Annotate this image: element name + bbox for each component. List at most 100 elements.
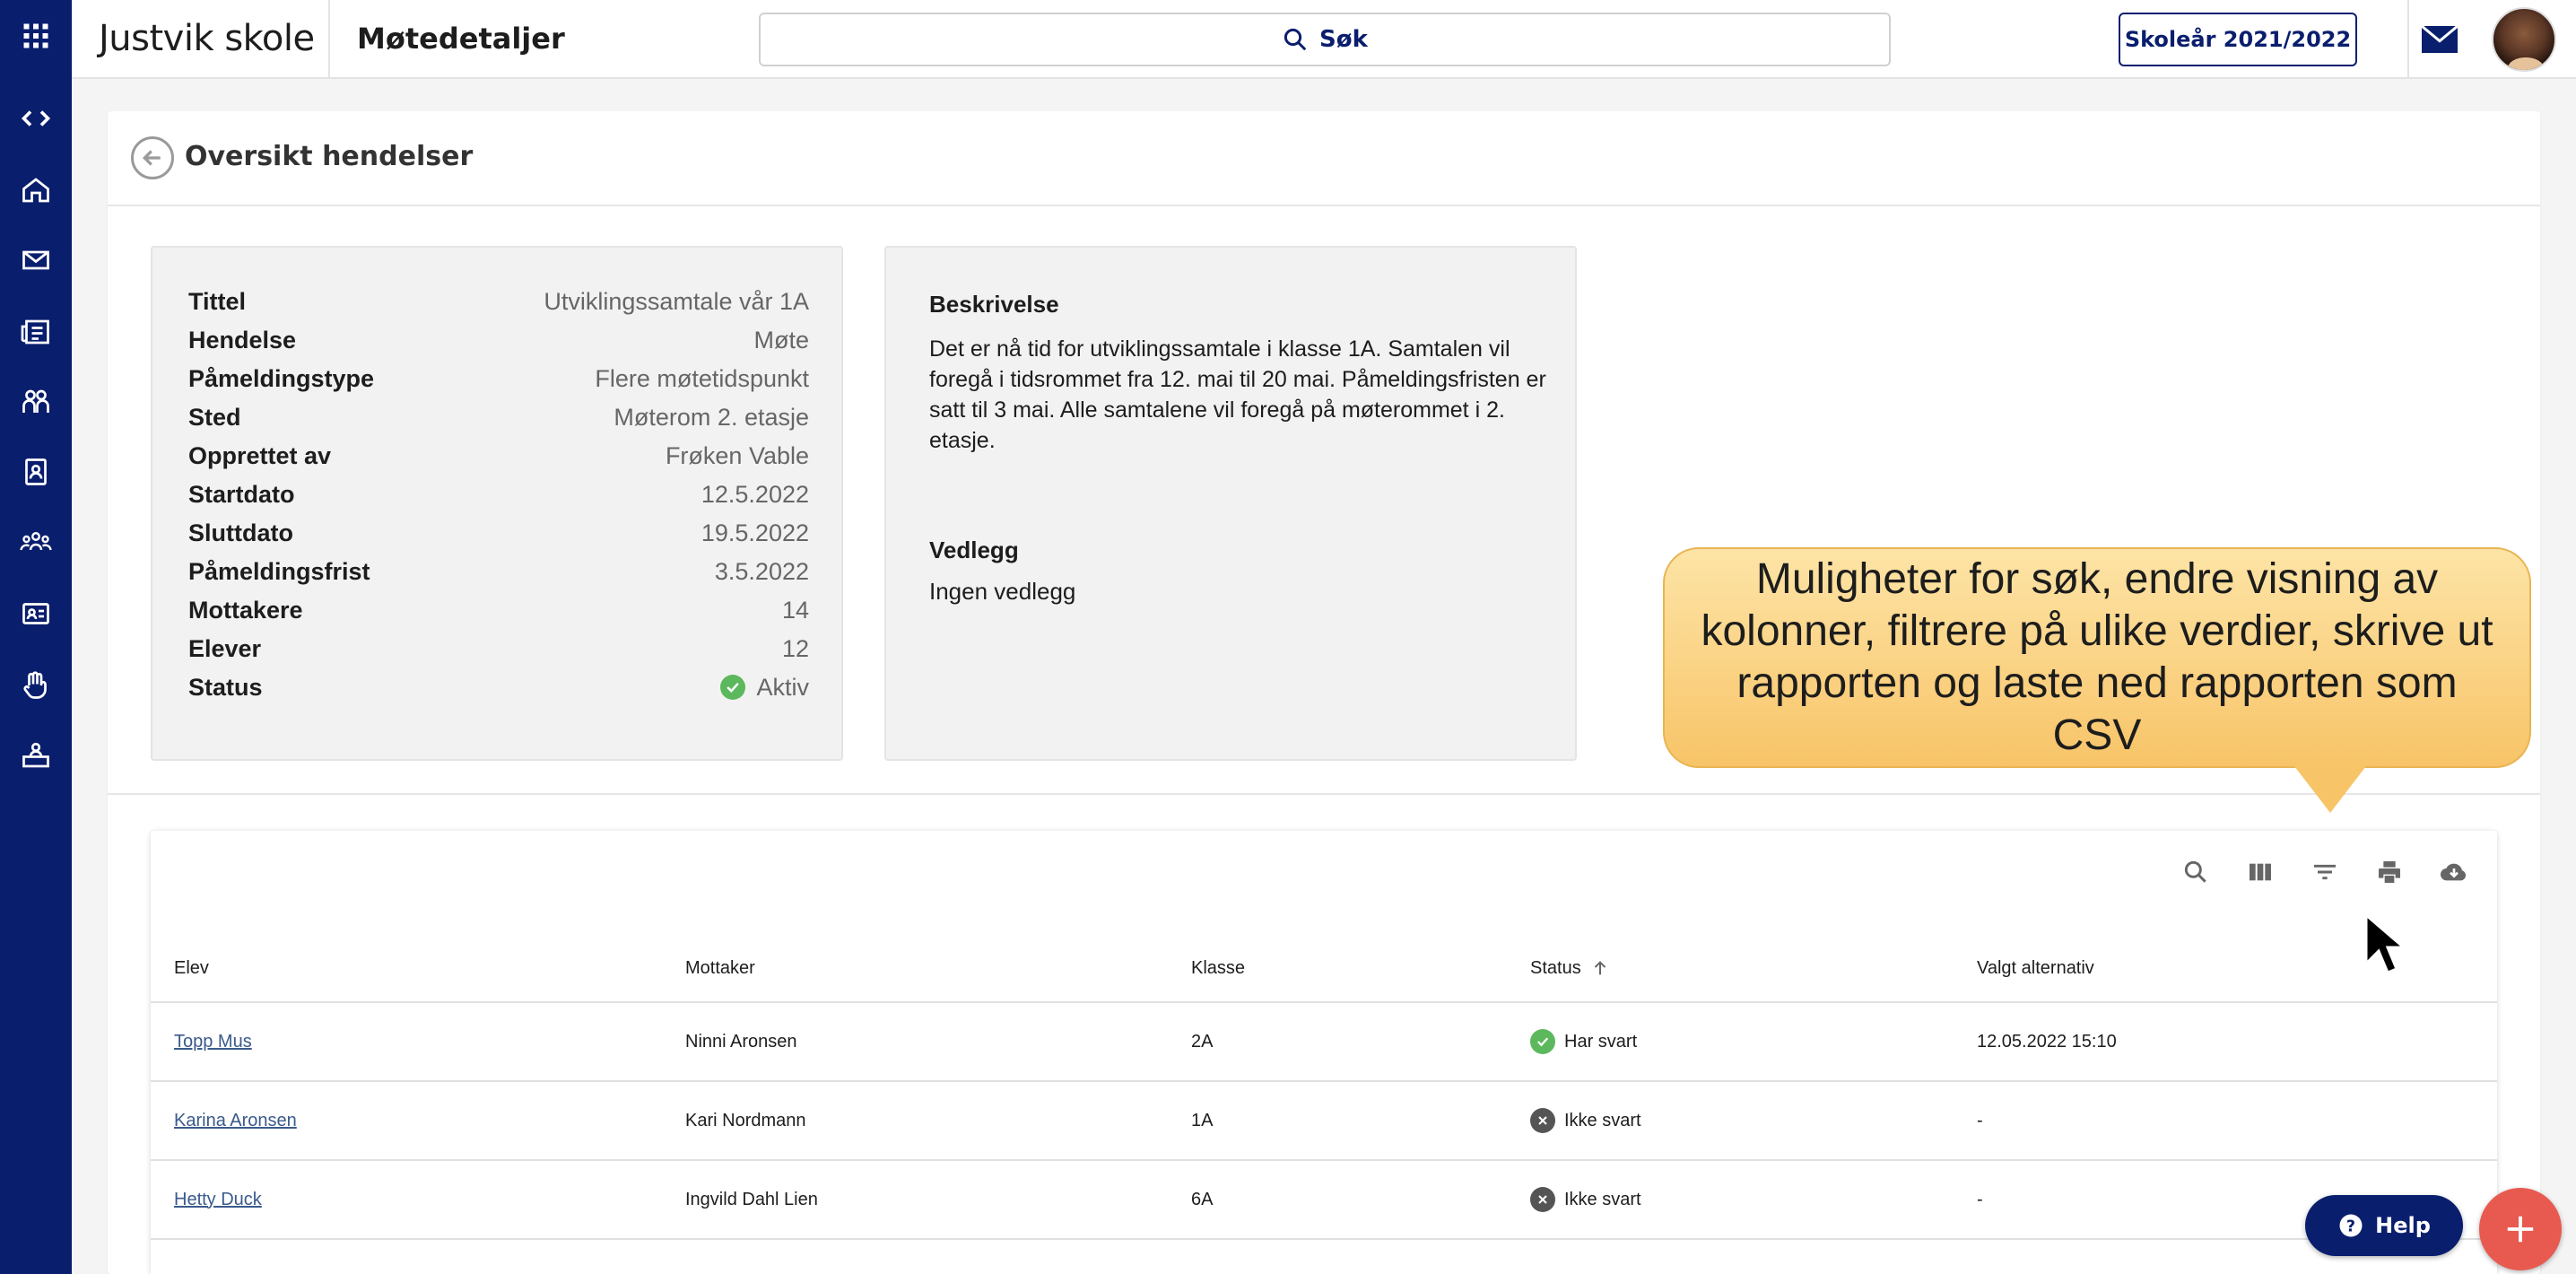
chosen-option-cell: -	[1977, 1189, 1983, 1209]
back-arrow-icon[interactable]	[131, 136, 174, 179]
plus-icon	[2507, 1216, 2534, 1243]
column-header-status-label: Status	[1530, 957, 1581, 978]
column-header-mottaker[interactable]: Mottaker	[685, 935, 755, 1001]
student-link[interactable]: Karina Aronsen	[174, 1111, 297, 1131]
description-card: Beskrivelse Det er nå tid for utviklings…	[884, 246, 1577, 761]
svg-text:?: ?	[2346, 1217, 2355, 1235]
responses-table: Elev Mottaker Klasse Status Valgt altern…	[151, 831, 2497, 1274]
school-name: Justvik skole	[99, 18, 315, 59]
detail-value: Møterom 2. etasje	[614, 403, 809, 431]
detail-key: Opprettet av	[188, 441, 332, 469]
community-icon[interactable]	[0, 515, 72, 569]
classroom-icon[interactable]	[0, 729, 72, 782]
search-label: Søk	[1319, 26, 1368, 53]
table-toolbar	[2180, 856, 2470, 888]
column-header-status[interactable]: Status	[1530, 935, 1610, 1001]
print-icon[interactable]	[2373, 856, 2406, 888]
school-year-button[interactable]: Skoleår 2021/2022	[2119, 13, 2357, 66]
detail-value: 3.5.2022	[714, 557, 809, 585]
detail-value: Møte	[753, 326, 809, 353]
x-circle-icon	[1530, 1187, 1555, 1212]
class-cell: 2A	[1191, 1031, 1214, 1051]
recipient-cell: Ingvild Dahl Lien	[685, 1189, 818, 1209]
detail-row: Mottakere 14	[188, 592, 809, 628]
attachments-value: Ingen vedlegg	[929, 578, 1076, 605]
detail-key: Status	[188, 673, 263, 701]
student-link[interactable]: Hetty Duck	[174, 1190, 262, 1210]
status-text: Har svart	[1564, 1031, 1638, 1051]
header-divider-right	[2407, 0, 2409, 79]
table-header: Elev Mottaker Klasse Status Valgt altern…	[151, 935, 2497, 1003]
detail-row: Påmeldingstype Flere møtetidspunkt	[188, 361, 809, 397]
expand-collapse-icon[interactable]	[0, 92, 72, 145]
add-button[interactable]	[2479, 1188, 2562, 1270]
detail-key: Påmeldingsfrist	[188, 557, 370, 585]
detail-row: Startdato 12.5.2022	[188, 476, 809, 512]
status-cell: Har svart	[1530, 1003, 1637, 1080]
sort-arrow-up-icon	[1594, 961, 1606, 975]
status-text: Ikke svart	[1564, 1110, 1641, 1130]
check-circle-icon	[720, 675, 746, 700]
table-row: Hetty Duck Ingvild Dahl Lien 6A Ikke sva…	[151, 1161, 2497, 1240]
left-rail	[0, 0, 72, 1274]
detail-value: 12.5.2022	[701, 480, 809, 508]
details-card: Tittel Utviklingssamtale vår 1A Hendelse M…	[151, 246, 843, 761]
detail-row-status: Status Aktiv	[188, 669, 809, 705]
detail-key: Elever	[188, 634, 262, 662]
detail-value: 14	[781, 596, 809, 624]
home-icon[interactable]	[0, 163, 72, 217]
apps-grid-icon[interactable]	[0, 9, 72, 63]
cloud-download-icon[interactable]	[2438, 856, 2470, 888]
table-row: Karina Aronsen Kari Nordmann 1A Ikke sva…	[151, 1082, 2497, 1161]
recipient-cell: Ninni Aronsen	[685, 1031, 797, 1051]
recipient-cell: Kari Nordmann	[685, 1110, 806, 1130]
help-circle-icon: ?	[2339, 1214, 2363, 1237]
detail-key: Tittel	[188, 287, 247, 315]
mail-icon[interactable]	[2413, 22, 2467, 57]
groups-icon[interactable]	[0, 375, 72, 429]
id-badge-icon[interactable]	[0, 445, 72, 499]
header-divider	[328, 0, 330, 79]
detail-key: Hendelse	[188, 326, 297, 353]
page-title: Møtedetaljer	[357, 22, 565, 56]
column-header-klasse[interactable]: Klasse	[1191, 935, 1245, 1001]
mouse-cursor-icon	[2364, 913, 2404, 974]
detail-value: Utviklingssamtale vår 1A	[544, 287, 809, 315]
status-text: Aktiv	[756, 673, 809, 701]
hand-raise-icon[interactable]	[0, 659, 72, 712]
view-columns-icon[interactable]	[2244, 856, 2276, 888]
description-text: Det er nå tid for utviklingssamtale i kl…	[929, 336, 1546, 453]
detail-row: Opprettet av Frøken Vable	[188, 438, 809, 474]
table-search-icon[interactable]	[2180, 856, 2212, 888]
chosen-option-cell: 12.05.2022 15:10	[1977, 1031, 2117, 1051]
callout-tail	[2294, 766, 2366, 813]
news-icon[interactable]	[0, 305, 72, 359]
chosen-option-cell: -	[1977, 1110, 1983, 1130]
status-value: Aktiv	[720, 674, 809, 702]
filter-list-icon[interactable]	[2309, 856, 2341, 888]
messages-icon[interactable]	[0, 233, 72, 287]
detail-value: 19.5.2022	[701, 519, 809, 546]
detail-key: Mottakere	[188, 596, 303, 624]
x-circle-icon	[1530, 1108, 1555, 1133]
callout-annotation: Muligheter for søk, endre visning av kol…	[1663, 547, 2531, 768]
column-header-elev[interactable]: Elev	[174, 935, 209, 1001]
class-cell: 6A	[1191, 1189, 1214, 1209]
search-bar[interactable]: Søk	[759, 13, 1891, 66]
top-bar: Justvik skole Møtedetaljer Søk Skoleår 2…	[72, 0, 2576, 79]
detail-key: Påmeldingstype	[188, 364, 375, 392]
calendar-user-icon[interactable]	[0, 587, 72, 641]
detail-value: 12	[781, 634, 809, 662]
search-icon	[1284, 28, 1307, 51]
check-circle-icon	[1530, 1029, 1555, 1054]
section-divider	[108, 793, 2540, 795]
student-link[interactable]: Topp Mus	[174, 1032, 252, 1052]
status-cell: Ikke svart	[1530, 1082, 1641, 1159]
column-header-valgt[interactable]: Valgt alternativ	[1977, 935, 2094, 1001]
status-cell: Ikke svart	[1530, 1161, 1641, 1238]
detail-key: Sted	[188, 403, 241, 431]
back-link[interactable]: Oversikt hendelser	[185, 141, 473, 172]
description-heading: Beskrivelse	[929, 291, 1059, 318]
user-avatar[interactable]	[2492, 7, 2556, 72]
help-button[interactable]: ? Help	[2305, 1195, 2463, 1256]
